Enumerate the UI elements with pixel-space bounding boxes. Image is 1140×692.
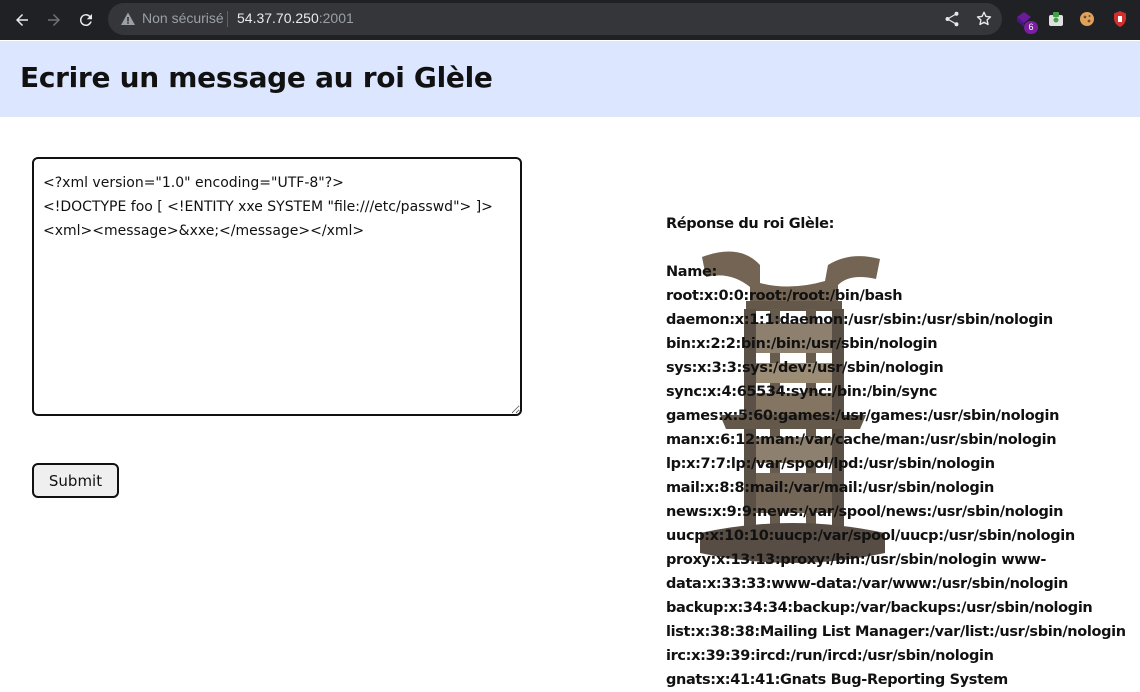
response-line: gnats:x:41:41:Gnats Bug-Reporting System [666,672,1008,688]
forward-icon [48,14,60,26]
response-line: man:x:6:12:man:/var/cache/man:/usr/sbin/… [666,432,1057,448]
reload-button[interactable] [74,8,98,32]
extension-green-icon[interactable] [1046,9,1066,29]
back-button[interactable] [10,8,34,32]
response-line: games:x:5:60:games:/usr/games:/usr/sbin/… [666,408,1060,424]
page-header: Ecrire un message au roi Glèle [0,41,1140,117]
xml-message-textarea[interactable] [32,157,522,416]
share-icon[interactable] [943,10,961,28]
response-line: Name: [666,264,717,280]
page-title: Ecrire un message au roi Glèle [20,61,493,94]
omnibox-divider [227,11,228,27]
response-lines: Name: root:x:0:0:root:/root:/bin/bash daem… [666,260,1136,692]
extension-shield-icon[interactable] [1110,9,1130,29]
url-port: :2001 [318,10,354,26]
response-line: list:x:38:38:Mailing List Manager:/var/l… [666,624,1126,640]
browser-toolbar: Non sécurisé 54.37.70.250:2001 6 [0,0,1140,40]
url-host: 54.37.70.250 [237,10,319,26]
response-line: mail:x:8:8:mail:/var/mail:/usr/sbin/nolo… [666,480,994,496]
back-icon [16,14,28,26]
response-line: proxy:x:13:13:proxy:/bin:/usr/sbin/nolog… [666,552,1047,568]
warning-icon [121,12,135,25]
submit-button[interactable]: Submit [32,463,119,498]
extension-cookie-icon[interactable] [1077,9,1097,29]
response-line: daemon:x:1:1:daemon:/usr/sbin:/usr/sbin/… [666,312,1053,328]
response-line: news:x:9:9:news:/var/spool/news:/usr/sbi… [666,504,1064,520]
forward-button[interactable] [42,8,66,32]
response-line: root:x:0:0:root:/root:/bin/bash [666,288,903,304]
response-line: bin:x:2:2:bin:/bin:/usr/sbin/nologin [666,336,938,352]
response-line: sys:x:3:3:sys:/dev:/usr/sbin/nologin [666,360,944,376]
response-line: data:x:33:33:www-data:/var/www:/usr/sbin… [666,576,1069,592]
address-bar[interactable]: Non sécurisé 54.37.70.250:2001 [108,3,1002,35]
response-label: Réponse du roi Glèle: [666,216,835,232]
reload-icon [79,14,92,27]
response-line: sync:x:4:65534:sync:/bin:/bin/sync [666,384,938,400]
star-icon[interactable] [975,10,993,28]
response-panel: Réponse du roi Glèle: Name: root:x:0:0:ro… [666,212,1136,692]
response-line: lp:x:7:7:lp:/var/spool/lpd:/usr/sbin/nol… [666,456,995,472]
response-line: uucp:x:10:10:uucp:/var/spool/uucp:/usr/s… [666,528,1075,544]
security-label[interactable]: Non sécurisé [142,10,224,26]
extension-badge: 6 [1024,21,1038,34]
response-line: backup:x:34:34:backup:/var/backups:/usr/… [666,600,1093,616]
response-line: irc:x:39:39:ircd:/run/ircd:/usr/sbin/nol… [666,648,994,664]
url-text[interactable]: 54.37.70.250:2001 [237,10,354,26]
